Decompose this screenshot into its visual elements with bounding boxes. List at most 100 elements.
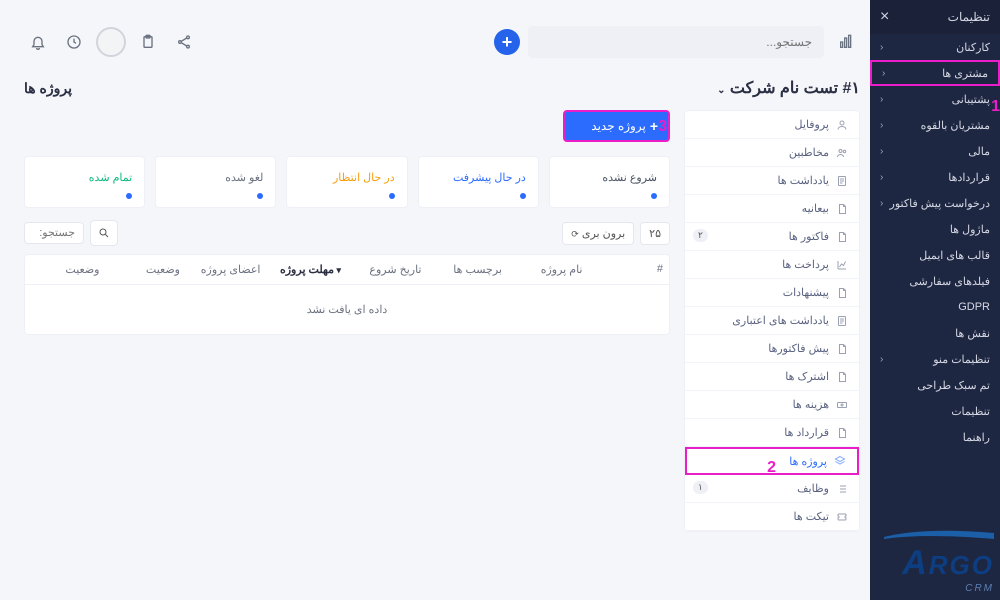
table-column-2[interactable]: برچسب ها bbox=[428, 255, 509, 284]
settings-item-2[interactable]: پشتیبانی ‹ bbox=[870, 86, 1000, 112]
table-column-0[interactable]: # bbox=[589, 255, 670, 284]
settings-item-label: تنظیمات bbox=[951, 405, 990, 418]
avatar[interactable] bbox=[96, 27, 126, 57]
layers-icon bbox=[833, 454, 847, 468]
settings-item-15[interactable]: راهنما bbox=[870, 424, 1000, 450]
table-column-1[interactable]: نام پروژه bbox=[508, 255, 589, 284]
customer-tab-label: پیشنهادات bbox=[783, 286, 829, 299]
note-icon bbox=[835, 174, 849, 188]
export-select[interactable]: برون بری ⟳ bbox=[562, 222, 634, 245]
settings-item-0[interactable]: کارکنان‹ bbox=[870, 34, 1000, 60]
note-icon bbox=[835, 314, 849, 328]
settings-item-14[interactable]: تنظیمات bbox=[870, 398, 1000, 424]
badge: ۲ bbox=[693, 229, 708, 242]
settings-sidebar-header: تنظیمات × bbox=[870, 0, 1000, 34]
search-input[interactable] bbox=[540, 35, 812, 49]
clock-icon[interactable] bbox=[60, 28, 88, 56]
customer-tab-label: قرارداد ها bbox=[784, 426, 829, 439]
settings-item-label: ماژول ها bbox=[950, 223, 990, 236]
table-column-7[interactable]: وضعیت bbox=[25, 255, 106, 284]
settings-item-label: تم سبک طراحی bbox=[917, 379, 990, 392]
settings-item-1[interactable]: مشتری ها‹ bbox=[870, 60, 1000, 86]
settings-item-label: قراردادها bbox=[948, 171, 990, 184]
settings-item-6[interactable]: درخواست پیش فاکتور‹ bbox=[870, 190, 1000, 216]
status-card-0[interactable]: شروع نشده bbox=[549, 156, 670, 208]
customer-tab-8[interactable]: پیش فاکتورها bbox=[685, 335, 859, 363]
doc-icon bbox=[835, 426, 849, 440]
settings-item-label: نقش ها bbox=[955, 327, 990, 340]
ticket-icon bbox=[835, 510, 849, 524]
customer-tab-6[interactable]: پیشنهادات bbox=[685, 279, 859, 307]
page-subtitle: پروژه ها bbox=[24, 80, 72, 97]
status-card-4[interactable]: تمام شده bbox=[24, 156, 145, 208]
doc-icon bbox=[835, 342, 849, 356]
table-column-3[interactable]: تاریخ شروع bbox=[347, 255, 428, 284]
new-project-button[interactable]: + پروژه جدید bbox=[563, 110, 670, 142]
chevron-left-icon: ‹ bbox=[880, 198, 883, 209]
table-toolbar: ۲۵ برون بری ⟳ bbox=[24, 220, 670, 246]
settings-item-5[interactable]: قراردادها ‹ bbox=[870, 164, 1000, 190]
settings-item-9[interactable]: فیلدهای سفارشی bbox=[870, 268, 1000, 294]
add-button[interactable]: + bbox=[494, 29, 520, 55]
status-card-3[interactable]: لغو شده bbox=[155, 156, 276, 208]
customer-tab-0[interactable]: پروفایل bbox=[685, 111, 859, 139]
customer-tab-2[interactable]: یادداشت ها bbox=[685, 167, 859, 195]
customer-tab-1[interactable]: مخاطبین bbox=[685, 139, 859, 167]
table-column-5[interactable]: اعضای پروژه bbox=[186, 255, 267, 284]
doc-icon bbox=[835, 286, 849, 300]
status-card-2[interactable]: در حال انتظار bbox=[286, 156, 407, 208]
settings-item-label: پشتیبانی bbox=[952, 93, 990, 106]
customer-tab-5[interactable]: پرداخت ها bbox=[685, 251, 859, 279]
settings-item-8[interactable]: قالب های ایمیل bbox=[870, 242, 1000, 268]
bell-icon[interactable] bbox=[24, 28, 52, 56]
chart-icon[interactable] bbox=[832, 28, 860, 56]
no-data-message: داده ای یافت نشد bbox=[25, 285, 669, 334]
table-column-6[interactable]: وضعیت bbox=[106, 255, 187, 284]
customer-tab-label: فاکتور ها bbox=[789, 230, 829, 243]
doc-icon bbox=[835, 202, 849, 216]
customer-tab-label: مخاطبین bbox=[789, 146, 829, 159]
customer-tab-label: تیکت ها bbox=[794, 510, 829, 523]
settings-item-12[interactable]: تنظیمات منو ‹ bbox=[870, 346, 1000, 372]
customer-tab-3[interactable]: بیعانیه bbox=[685, 195, 859, 223]
customer-tab-9[interactable]: اشترک ها bbox=[685, 363, 859, 391]
settings-item-13[interactable]: تم سبک طراحی bbox=[870, 372, 1000, 398]
chevron-left-icon: ‹ bbox=[880, 172, 883, 183]
customer-tab-7[interactable]: یادداشت های اعتباری bbox=[685, 307, 859, 335]
customer-tab-13[interactable]: وظایف۱ bbox=[685, 475, 859, 503]
settings-item-label: مالی bbox=[968, 145, 990, 158]
customer-tab-10[interactable]: هزینه ها bbox=[685, 391, 859, 419]
settings-item-3[interactable]: مشتریان بالقوه‹ bbox=[870, 112, 1000, 138]
close-icon[interactable]: × bbox=[880, 8, 889, 26]
table-search-input[interactable] bbox=[24, 222, 84, 244]
customer-tab-label: پروفایل bbox=[795, 118, 829, 131]
badge: ۱ bbox=[693, 481, 708, 494]
table-column-4[interactable]: مهلت پروژه bbox=[267, 255, 348, 284]
settings-title: تنظیمات bbox=[948, 10, 990, 24]
projects-table: #نام پروژهبرچسب هاتاریخ شروعمهلت پروژهاع… bbox=[24, 254, 670, 335]
settings-item-label: کارکنان bbox=[956, 41, 990, 54]
table-search-button[interactable] bbox=[90, 220, 118, 246]
customer-tab-14[interactable]: تیکت ها bbox=[685, 503, 859, 531]
customer-tab-11[interactable]: قرارداد ها bbox=[685, 419, 859, 447]
status-card-1[interactable]: در حال پیشرفت bbox=[418, 156, 539, 208]
clipboard-icon[interactable] bbox=[134, 28, 162, 56]
share-icon[interactable] bbox=[170, 28, 198, 56]
doc-icon bbox=[835, 370, 849, 384]
table-header: #نام پروژهبرچسب هاتاریخ شروعمهلت پروژهاع… bbox=[25, 255, 669, 285]
settings-item-4[interactable]: مالی ‹ bbox=[870, 138, 1000, 164]
customer-tab-label: هزینه ها bbox=[793, 398, 829, 411]
chevron-down-icon[interactable]: ⌄ bbox=[717, 85, 725, 96]
settings-item-10[interactable]: GDPR bbox=[870, 294, 1000, 320]
settings-item-label: مشتریان بالقوه bbox=[921, 119, 990, 132]
settings-item-11[interactable]: نقش ها bbox=[870, 320, 1000, 346]
settings-item-7[interactable]: ماژول ها bbox=[870, 216, 1000, 242]
doc-icon bbox=[835, 230, 849, 244]
chevron-left-icon: ‹ bbox=[880, 146, 883, 157]
chevron-left-icon: ‹ bbox=[880, 94, 883, 105]
page-size-select[interactable]: ۲۵ bbox=[640, 222, 670, 245]
chevron-left-icon: ‹ bbox=[880, 354, 883, 365]
settings-item-label: تنظیمات منو bbox=[933, 353, 990, 366]
customer-tab-4[interactable]: فاکتور ها ۲ bbox=[685, 223, 859, 251]
customer-tab-label: پیش فاکتورها bbox=[768, 342, 829, 355]
